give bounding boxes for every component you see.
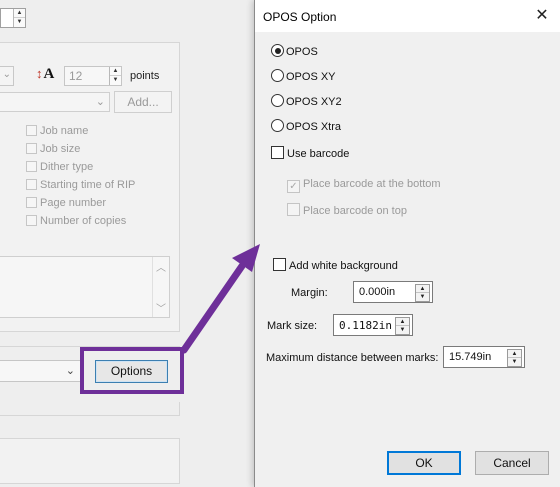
chevron-down-icon: ⌄ [65, 365, 75, 377]
spin-up-icon[interactable]: ▲ [14, 9, 25, 18]
add-button: Add... [114, 91, 172, 113]
text-area-scrollbar: ︿ ﹀ [152, 257, 169, 317]
use-barcode-checkbox[interactable]: Use barcode [271, 146, 349, 161]
text-area: ︿ ﹀ [0, 256, 170, 318]
options-highlight-box [80, 347, 184, 394]
margin-value[interactable]: 0.000in [359, 286, 395, 298]
mark-type-combo[interactable]: ⌄ [0, 360, 82, 382]
text-combo: ⌄ [0, 92, 110, 112]
checkbox-icon[interactable] [271, 146, 284, 159]
font-size-spinner: 12 ▲ ▼ [64, 66, 122, 86]
place-barcode-top-checkbox: Place barcode on top [287, 203, 407, 218]
spin-up-icon[interactable]: ▲ [508, 350, 521, 358]
radio-opos-xy2[interactable]: OPOS XY2 [271, 94, 342, 109]
checkbox-dither-type: Dither type [26, 160, 135, 178]
scroll-down-icon: ﹀ [156, 304, 166, 315]
checkbox-job-size: Job size [26, 142, 135, 160]
spin-up-icon: ▲ [110, 67, 121, 76]
checkbox-starting-time: Starting time of RIP [26, 178, 135, 196]
spin-down-icon[interactable]: ▼ [14, 18, 25, 27]
max-distance-spinner-buttons[interactable]: ▲ ▼ [507, 349, 522, 367]
radio-opos[interactable]: OPOS [271, 44, 318, 59]
mark-size-spinner-buttons[interactable]: ▲ ▼ [395, 317, 410, 335]
place-barcode-bottom-checkbox: ✓ Place barcode at the bottom [287, 177, 441, 193]
opos-option-dialog: OPOS Option ✕ OPOS OPOS XY OPOS XY2 OPOS… [254, 0, 560, 487]
checkbox-job-name: Job name [26, 124, 135, 142]
ok-button[interactable]: OK [387, 451, 461, 475]
close-icon[interactable]: ✕ [532, 6, 552, 26]
chevron-down-icon: ⌄ [2, 69, 11, 80]
checkbox-number-of-copies: Number of copies [26, 214, 135, 232]
checkbox-icon [287, 203, 300, 216]
spin-down-icon: ▼ [112, 77, 119, 83]
mark-size-spinner[interactable]: 0.1182in ▲ ▼ [333, 314, 413, 336]
font-combo: ⌄ [0, 66, 14, 86]
mark-size-value[interactable]: 0.1182in [339, 319, 392, 332]
dialog-titlebar: OPOS Option ✕ [255, 0, 560, 32]
checkbox-icon[interactable] [273, 258, 286, 271]
max-distance-spinner[interactable]: 15.749in ▲ ▼ [443, 346, 525, 368]
spin-down-icon[interactable]: ▼ [416, 293, 429, 301]
scroll-up-icon: ︿ [156, 263, 166, 274]
radio-icon[interactable] [271, 119, 284, 132]
checkmark-icon: ✓ [287, 180, 300, 193]
font-size-spinner-buttons: ▲ ▼ [109, 67, 121, 85]
max-distance-label: Maximum distance between marks: [266, 352, 439, 364]
max-distance-value[interactable]: 15.749in [449, 351, 491, 363]
margin-label: Margin: [291, 287, 328, 299]
mark-size-label: Mark size: [267, 320, 318, 332]
parent-window: ▲ ▼ ⌄ ↕A 12 ▲ ▼ points ⌄ Add... Job name… [0, 0, 254, 487]
chevron-down-icon: ⌄ [95, 96, 105, 108]
dialog-title: OPOS Option [263, 10, 337, 24]
points-label: points [130, 70, 160, 82]
spin-up-icon[interactable]: ▲ [396, 318, 409, 326]
radio-icon[interactable] [271, 94, 284, 107]
checkbox-page-number: Page number [26, 196, 135, 214]
info-checkbox-list: Job name Job size Dither type Starting t… [26, 124, 135, 232]
radio-icon[interactable] [271, 69, 284, 82]
cancel-button[interactable]: Cancel [475, 451, 549, 475]
panel-edge [0, 402, 180, 416]
margin-spinner[interactable]: 0.000in ▲ ▼ [353, 281, 433, 303]
radio-selected-icon[interactable] [271, 44, 284, 57]
add-white-background-checkbox[interactable]: Add white background [273, 258, 398, 273]
lower-panel [0, 438, 180, 484]
top-spinner-buttons[interactable]: ▲ ▼ [13, 9, 25, 27]
spin-down-icon[interactable]: ▼ [396, 326, 409, 334]
font-size-icon: ↕A [36, 66, 55, 82]
margin-spinner-buttons[interactable]: ▲ ▼ [415, 284, 430, 302]
spin-up-icon[interactable]: ▲ [416, 285, 429, 293]
font-size-value: 12 [69, 69, 83, 83]
radio-opos-xtra[interactable]: OPOS Xtra [271, 119, 341, 134]
spin-down-icon[interactable]: ▼ [508, 358, 521, 366]
radio-opos-xy[interactable]: OPOS XY [271, 69, 336, 84]
top-spinner[interactable]: ▲ ▼ [0, 8, 26, 28]
